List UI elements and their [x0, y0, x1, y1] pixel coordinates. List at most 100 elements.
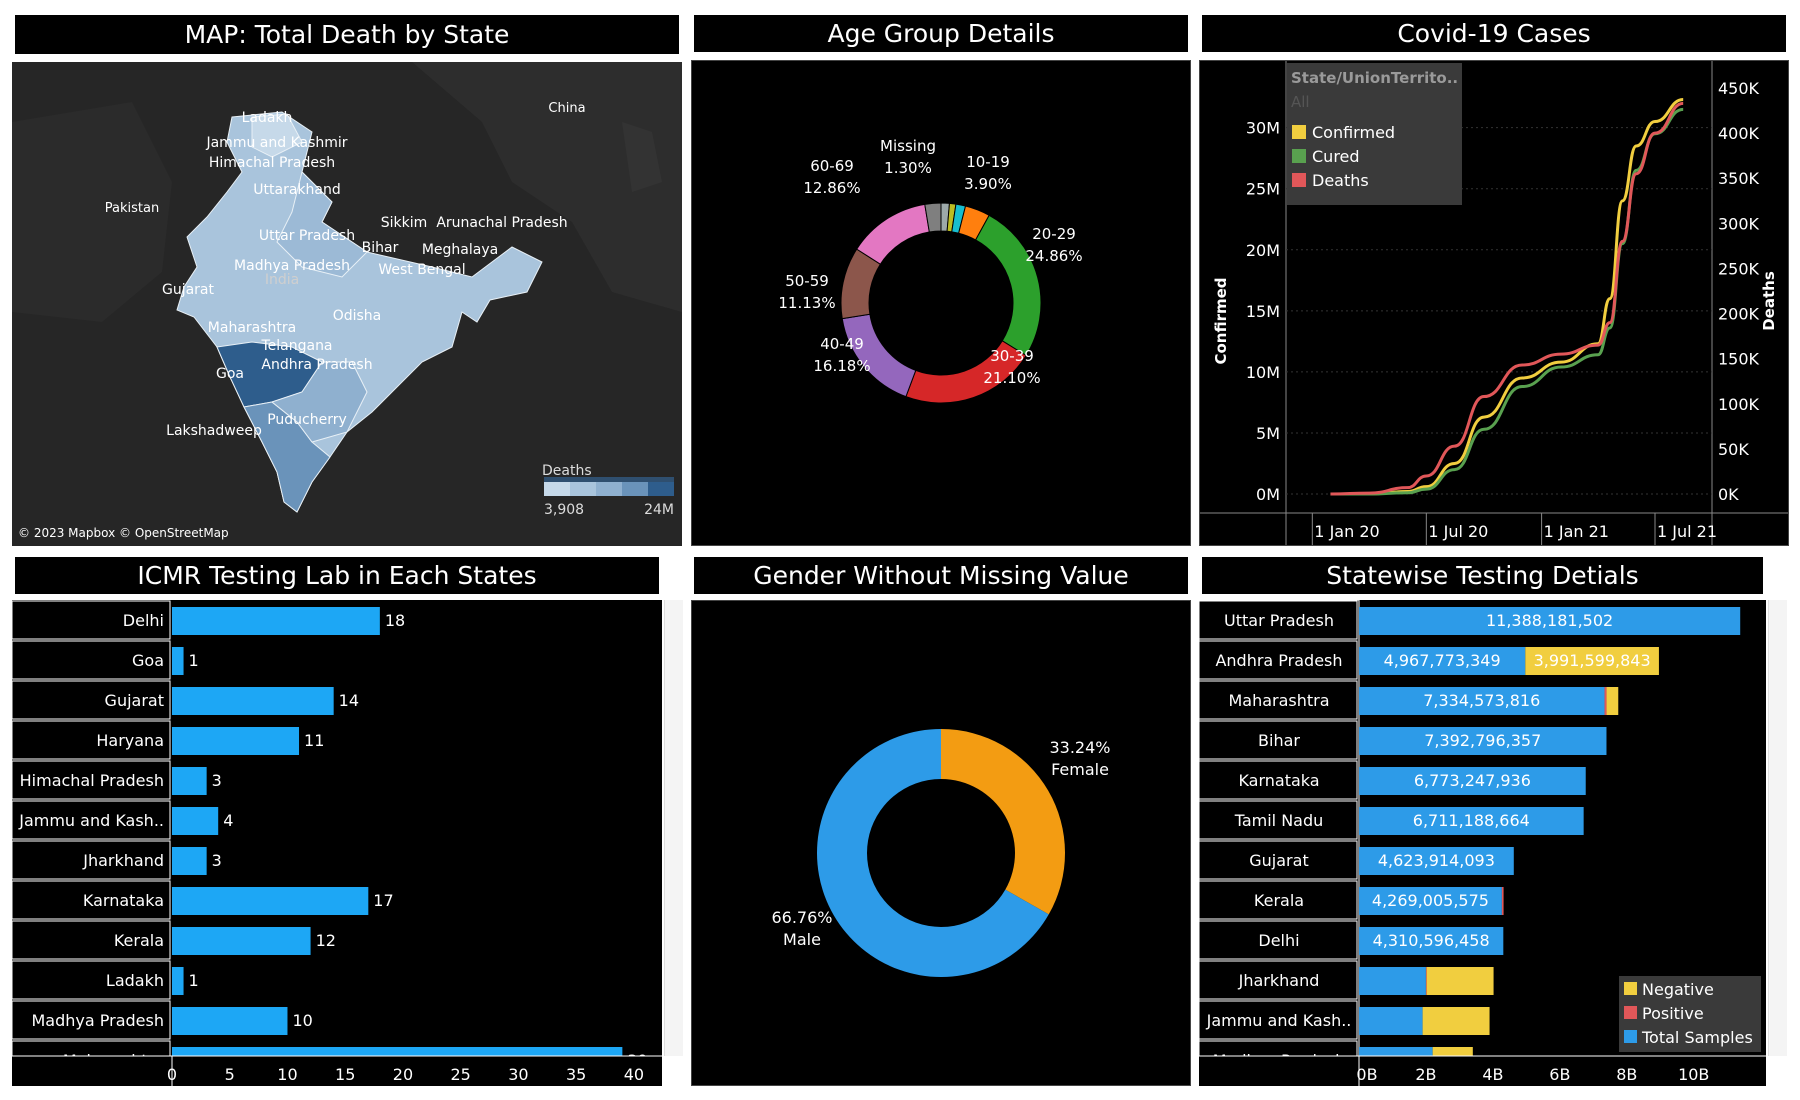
statewise-bar-positive[interactable] [1425, 967, 1427, 995]
covid-xtick: 1 Jul 21 [1657, 522, 1717, 541]
icmr-scrollbar[interactable] [664, 600, 683, 1056]
covid-ytick-right: 200K [1718, 305, 1760, 324]
map-label-uttar-pradesh: Uttar Pradesh [259, 228, 355, 244]
icmr-bar[interactable] [172, 767, 207, 795]
statewise-panel: Uttar Pradesh 11,388,181,502 Andhra Prades… [1198, 599, 1766, 1086]
covid-legend-label[interactable]: Confirmed [1312, 123, 1395, 142]
covid-line-chart[interactable]: Confirmed Deaths 0M 5M 10M 15M 20M 25M 30M 0K 50… [1200, 61, 1788, 545]
map-label-west-bengal: West Bengal [378, 262, 465, 278]
gender-donut-chart[interactable]: 33.24% Female 66.76% Male [692, 601, 1190, 1085]
icmr-value-label: 12 [316, 931, 336, 950]
icmr-title: ICMR Testing Lab in Each States [12, 554, 662, 597]
icmr-category-label: Gujarat [105, 691, 164, 710]
map-label-himachal-pradesh: Himachal Pradesh [209, 155, 335, 171]
age-percent-label: 16.18% [813, 357, 870, 375]
covid-legend-swatch[interactable] [1292, 173, 1306, 187]
icmr-bar[interactable] [172, 607, 380, 635]
india-map[interactable]: Ladakh Jammu and Kashmir Himachal Pradesh U… [12, 62, 682, 546]
map-label-arunachal-pradesh: Arunachal Pradesh [436, 215, 567, 231]
statewise-category-label: Uttar Pradesh [1224, 611, 1334, 630]
statewise-bar-negative[interactable] [1426, 967, 1494, 995]
covid-legend-swatch[interactable] [1292, 125, 1306, 139]
statewise-xtick: 4B [1482, 1065, 1503, 1084]
icmr-bar[interactable] [172, 807, 219, 835]
map-label-sikkim: Sikkim [381, 215, 428, 231]
statewise-category-label: Jharkhand [1238, 971, 1320, 990]
statewise-bar-positive[interactable] [1501, 887, 1504, 915]
covid-legend-label[interactable]: Cured [1312, 147, 1360, 166]
statewise-legend-label[interactable]: Total Samples [1641, 1028, 1753, 1047]
icmr-bar-chart[interactable]: Delhi 18Goa 1Gujarat 14Haryana 11Himachal Pr… [11, 600, 662, 1086]
age-label: 50-59 [785, 272, 829, 290]
icmr-category-label: Kerala [114, 931, 164, 950]
statewise-legend-swatch[interactable] [1624, 1030, 1637, 1043]
statewise-bar-positive[interactable] [1604, 687, 1607, 715]
icmr-bar[interactable] [172, 1007, 288, 1035]
statewise-bar-total-samples[interactable] [1359, 1007, 1423, 1035]
map-title: MAP: Total Death by State [12, 12, 682, 57]
icmr-bar[interactable] [172, 647, 184, 675]
icmr-bar[interactable] [172, 887, 369, 915]
map-legend-max: 24M [644, 502, 674, 518]
statewise-xtick: 2B [1415, 1065, 1436, 1084]
icmr-value-label: 17 [373, 891, 393, 910]
map-label-goa: Goa [216, 366, 244, 382]
statewise-bar-total-samples[interactable] [1359, 967, 1426, 995]
map-label-jammu-and-kashmir: Jammu and Kashmir [205, 135, 347, 151]
icmr-bar[interactable] [172, 927, 311, 955]
age-percent-label: 24.86% [1025, 247, 1082, 265]
icmr-xtick: 20 [393, 1065, 413, 1084]
covid-ytick-right: 50K [1718, 440, 1749, 459]
age-percent-label: 11.13% [778, 294, 835, 312]
statewise-xtick: 6B [1549, 1065, 1570, 1084]
statewise-bar-negative[interactable] [1422, 1007, 1490, 1035]
map-label-bihar: Bihar [362, 240, 399, 256]
statewise-legend-label[interactable]: Positive [1642, 1004, 1704, 1023]
statewise-bar-negative[interactable] [1606, 687, 1619, 715]
statewise-xtick: 8B [1616, 1065, 1637, 1084]
statewise-category-label: Andhra Pradesh [1215, 651, 1342, 670]
statewise-value-label: 4,967,773,349 [1384, 651, 1501, 670]
age-slice[interactable] [856, 203, 930, 265]
gender-slice-female[interactable] [941, 729, 1065, 915]
covid-legend-label[interactable]: Deaths [1312, 171, 1369, 190]
age-panel: Missing 1.30% 10-19 3.90% 20-29 24.86% 30-39 21… [691, 60, 1191, 546]
icmr-category-label: Goa [132, 651, 164, 670]
icmr-value-label: 1 [189, 651, 199, 670]
statewise-bar-chart[interactable]: Uttar Pradesh 11,388,181,502 Andhra Prades… [1198, 599, 1766, 1086]
icmr-value-label: 18 [385, 611, 405, 630]
icmr-category-label: Karnataka [83, 891, 164, 910]
icmr-category-label: Himachal Pradesh [20, 771, 164, 790]
age-slice[interactable] [841, 313, 917, 398]
icmr-xtick: 30 [508, 1065, 528, 1084]
covid-xtick: 1 Jul 20 [1428, 522, 1488, 541]
icmr-bar[interactable] [172, 967, 184, 995]
covid-legend-swatch[interactable] [1292, 149, 1306, 163]
map-label-telangana: Telangana [260, 338, 332, 354]
icmr-category-label: Jammu and Kash.. [18, 811, 164, 830]
icmr-bar[interactable] [172, 847, 207, 875]
covid-ytick-right: 300K [1718, 214, 1760, 233]
covid-ytick-right: 450K [1718, 79, 1760, 98]
age-slice[interactable] [974, 214, 1042, 357]
map-panel[interactable]: Ladakh Jammu and Kashmir Himachal Pradesh U… [12, 62, 682, 546]
icmr-xtick: 5 [225, 1065, 235, 1084]
age-label: 20-29 [1032, 225, 1076, 243]
map-label-pakistan: Pakistan [105, 201, 159, 216]
statewise-value-label: 4,310,596,458 [1373, 931, 1490, 950]
covid-legend-filter[interactable]: All [1291, 93, 1310, 111]
covid-ytick-right: 100K [1718, 395, 1760, 414]
map-legend-min: 3,908 [544, 502, 584, 518]
icmr-bar[interactable] [172, 727, 300, 755]
statewise-legend-label[interactable]: Negative [1642, 980, 1714, 999]
statewise-legend[interactable]: Negative Positive Total Samples [1619, 976, 1761, 1052]
statewise-category-label: Kerala [1254, 891, 1304, 910]
covid-ytick-right: 250K [1718, 259, 1760, 278]
age-donut-chart[interactable]: Missing 1.30% 10-19 3.90% 20-29 24.86% 30-39 21… [692, 61, 1190, 545]
statewise-legend-swatch[interactable] [1624, 982, 1637, 995]
statewise-scrollbar[interactable] [1768, 600, 1787, 1056]
gender-panel: 33.24% Female 66.76% Male [691, 600, 1191, 1086]
icmr-bar[interactable] [172, 687, 334, 715]
statewise-legend-swatch[interactable] [1624, 1006, 1637, 1019]
icmr-xtick: 25 [451, 1065, 471, 1084]
